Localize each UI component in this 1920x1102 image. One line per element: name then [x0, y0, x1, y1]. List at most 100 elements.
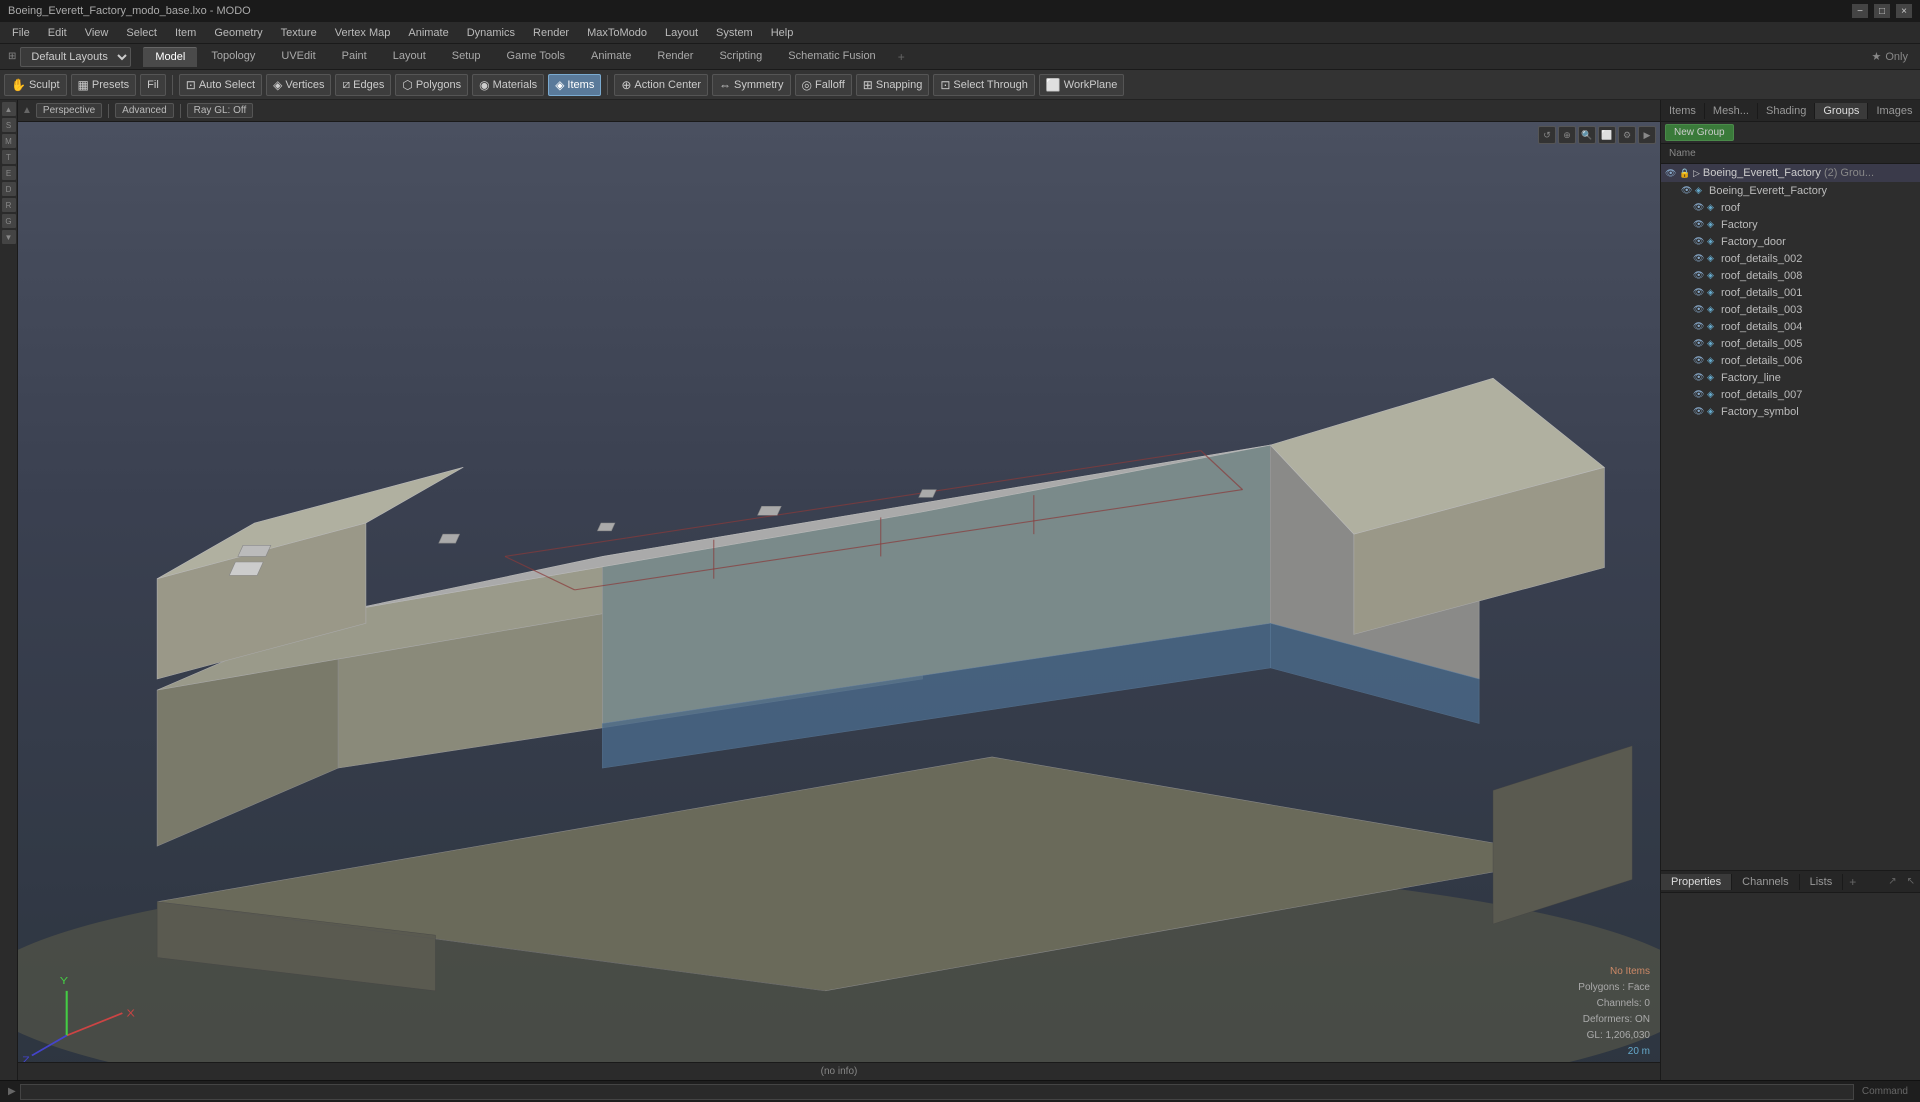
- polygons-button[interactable]: ⬡ Polygons: [395, 74, 468, 96]
- layout-selector[interactable]: Default Layouts: [20, 47, 131, 67]
- menu-render[interactable]: Render: [525, 25, 577, 41]
- menu-layout[interactable]: Layout: [657, 25, 706, 41]
- perspective-button[interactable]: Perspective: [36, 103, 102, 118]
- menu-geometry[interactable]: Geometry: [206, 25, 270, 41]
- select-through-button[interactable]: ⊡ Select Through: [933, 74, 1034, 96]
- action-center-button[interactable]: ⊕ Action Center: [614, 74, 708, 96]
- left-panel-icon-6[interactable]: R: [2, 198, 16, 212]
- item-row-factory-line[interactable]: 👁 ◈ Factory_line: [1661, 369, 1920, 386]
- bottom-float-icon[interactable]: ↗: [1883, 874, 1901, 889]
- item-row-roof[interactable]: 👁 ◈ roof: [1661, 199, 1920, 216]
- left-panel-icon-5[interactable]: D: [2, 182, 16, 196]
- menu-file[interactable]: File: [4, 25, 38, 41]
- polygons-label: Polygons: [416, 79, 461, 91]
- snapping-button[interactable]: ⊞ Snapping: [856, 74, 930, 96]
- bottom-expand-icon[interactable]: ↖: [1902, 874, 1920, 889]
- vp-play-icon[interactable]: ▶: [1638, 126, 1656, 144]
- item-row-boeing-everett[interactable]: 👁 ◈ Boeing_Everett_Factory: [1661, 182, 1920, 199]
- new-group-button[interactable]: New Group: [1665, 124, 1734, 141]
- minimize-button[interactable]: −: [1852, 4, 1868, 18]
- item-row-roof-001[interactable]: 👁 ◈ roof_details_001: [1661, 284, 1920, 301]
- tab-schematic-fusion[interactable]: Schematic Fusion: [776, 47, 887, 67]
- tab-model[interactable]: Model: [143, 47, 197, 67]
- tab-scripting[interactable]: Scripting: [707, 47, 774, 67]
- bottom-tab-channels[interactable]: Channels: [1732, 874, 1799, 890]
- bottom-tab-properties[interactable]: Properties: [1661, 874, 1732, 890]
- tab-animate[interactable]: Animate: [579, 47, 643, 67]
- menu-system[interactable]: System: [708, 25, 761, 41]
- vertices-button[interactable]: ◈ Vertices: [266, 74, 331, 96]
- vp-settings-icon[interactable]: ⚙: [1618, 126, 1636, 144]
- menu-texture[interactable]: Texture: [273, 25, 325, 41]
- left-panel-icon-4[interactable]: E: [2, 166, 16, 180]
- vp-expand-icon: ▲: [22, 105, 32, 116]
- menu-view[interactable]: View: [77, 25, 117, 41]
- item-row-roof-005[interactable]: 👁 ◈ roof_details_005: [1661, 335, 1920, 352]
- viewport-content[interactable]: X Y Z ↺ ⊕ 🔍 ⬜ ⚙ ▶ No Items Polygons : Fa…: [18, 122, 1660, 1080]
- menu-item[interactable]: Item: [167, 25, 204, 41]
- tab-game-tools[interactable]: Game Tools: [495, 47, 578, 67]
- symmetry-button[interactable]: ⇔ Symmetry: [712, 74, 791, 96]
- item-row-roof-006[interactable]: 👁 ◈ roof_details_006: [1661, 352, 1920, 369]
- auto-select-button[interactable]: ⊡ Auto Select: [179, 74, 262, 96]
- tab-paint[interactable]: Paint: [330, 47, 379, 67]
- bottom-tab-add-button[interactable]: +: [1843, 873, 1862, 891]
- vp-frame-icon[interactable]: ⬜: [1598, 126, 1616, 144]
- left-panel-icon-1[interactable]: S: [2, 118, 16, 132]
- item-row-roof-008[interactable]: 👁 ◈ roof_details_008: [1661, 267, 1920, 284]
- add-tab-button[interactable]: +: [890, 47, 913, 67]
- item-name-6: roof_details_008: [1721, 270, 1802, 282]
- items-button[interactable]: ◈ Items: [548, 74, 601, 96]
- presets-button[interactable]: ▦ Presets: [71, 74, 137, 96]
- items-list[interactable]: 👁 🔒 ▷ Boeing_Everett_Factory (2) Grou...…: [1661, 164, 1920, 870]
- group-row-boeing[interactable]: 👁 🔒 ▷ Boeing_Everett_Factory (2) Grou...: [1661, 164, 1920, 182]
- close-button[interactable]: ×: [1896, 4, 1912, 18]
- menu-vertex-map[interactable]: Vertex Map: [327, 25, 399, 41]
- menu-select[interactable]: Select: [118, 25, 165, 41]
- symmetry-label: Symmetry: [734, 79, 784, 91]
- item-row-factory-symbol[interactable]: 👁 ◈ Factory_symbol: [1661, 403, 1920, 420]
- vp-camera-icon[interactable]: ⊕: [1558, 126, 1576, 144]
- workplane-button[interactable]: ⬜ WorkPlane: [1039, 74, 1125, 96]
- vp-reset-icon[interactable]: ↺: [1538, 126, 1556, 144]
- item-row-factory[interactable]: 👁 ◈ Factory: [1661, 216, 1920, 233]
- tab-layout[interactable]: Layout: [381, 47, 438, 67]
- menu-animate[interactable]: Animate: [400, 25, 456, 41]
- falloff-button[interactable]: ◎ Falloff: [795, 74, 852, 96]
- edges-button[interactable]: ⧄ Edges: [335, 74, 391, 96]
- menu-maxtomodo[interactable]: MaxToModo: [579, 25, 655, 41]
- left-panel-top-btn[interactable]: ▲: [2, 102, 16, 116]
- left-panel-icon-7[interactable]: G: [2, 214, 16, 228]
- right-tab-mesh[interactable]: Mesh...: [1705, 103, 1758, 119]
- item-row-factory-door[interactable]: 👁 ◈ Factory_door: [1661, 233, 1920, 250]
- viewport[interactable]: ▲ Perspective Advanced Ray GL: Off: [18, 100, 1660, 1080]
- menu-help[interactable]: Help: [763, 25, 802, 41]
- right-tab-items[interactable]: Items: [1661, 103, 1705, 119]
- left-panel-icon-3[interactable]: T: [2, 150, 16, 164]
- raygl-button[interactable]: Ray GL: Off: [187, 103, 254, 118]
- menu-edit[interactable]: Edit: [40, 25, 75, 41]
- right-tab-groups[interactable]: Groups: [1815, 103, 1868, 119]
- bottom-tab-lists[interactable]: Lists: [1800, 874, 1844, 890]
- maximize-button[interactable]: □: [1874, 4, 1890, 18]
- tab-setup[interactable]: Setup: [440, 47, 493, 67]
- left-panel-bottom-btn[interactable]: ▼: [2, 230, 16, 244]
- materials-button[interactable]: ◉ Materials: [472, 74, 544, 96]
- menu-dynamics[interactable]: Dynamics: [459, 25, 523, 41]
- sculpt-button[interactable]: ✋ Sculpt: [4, 74, 67, 96]
- item-row-roof-007[interactable]: 👁 ◈ roof_details_007: [1661, 386, 1920, 403]
- item-row-roof-003[interactable]: 👁 ◈ roof_details_003: [1661, 301, 1920, 318]
- item-row-roof-004[interactable]: 👁 ◈ roof_details_004: [1661, 318, 1920, 335]
- fil-button[interactable]: Fil: [140, 74, 166, 96]
- tab-topology[interactable]: Topology: [199, 47, 267, 67]
- tab-uvedit[interactable]: UVEdit: [269, 47, 327, 67]
- tab-render[interactable]: Render: [645, 47, 705, 67]
- command-input[interactable]: [20, 1084, 1854, 1100]
- left-panel-icon-2[interactable]: M: [2, 134, 16, 148]
- right-tab-images[interactable]: Images: [1868, 103, 1920, 119]
- presets-label: Presets: [92, 79, 129, 91]
- item-row-roof-002[interactable]: 👁 ◈ roof_details_002: [1661, 250, 1920, 267]
- vp-zoom-icon[interactable]: 🔍: [1578, 126, 1596, 144]
- right-tab-shading[interactable]: Shading: [1758, 103, 1815, 119]
- advanced-button[interactable]: Advanced: [115, 103, 173, 118]
